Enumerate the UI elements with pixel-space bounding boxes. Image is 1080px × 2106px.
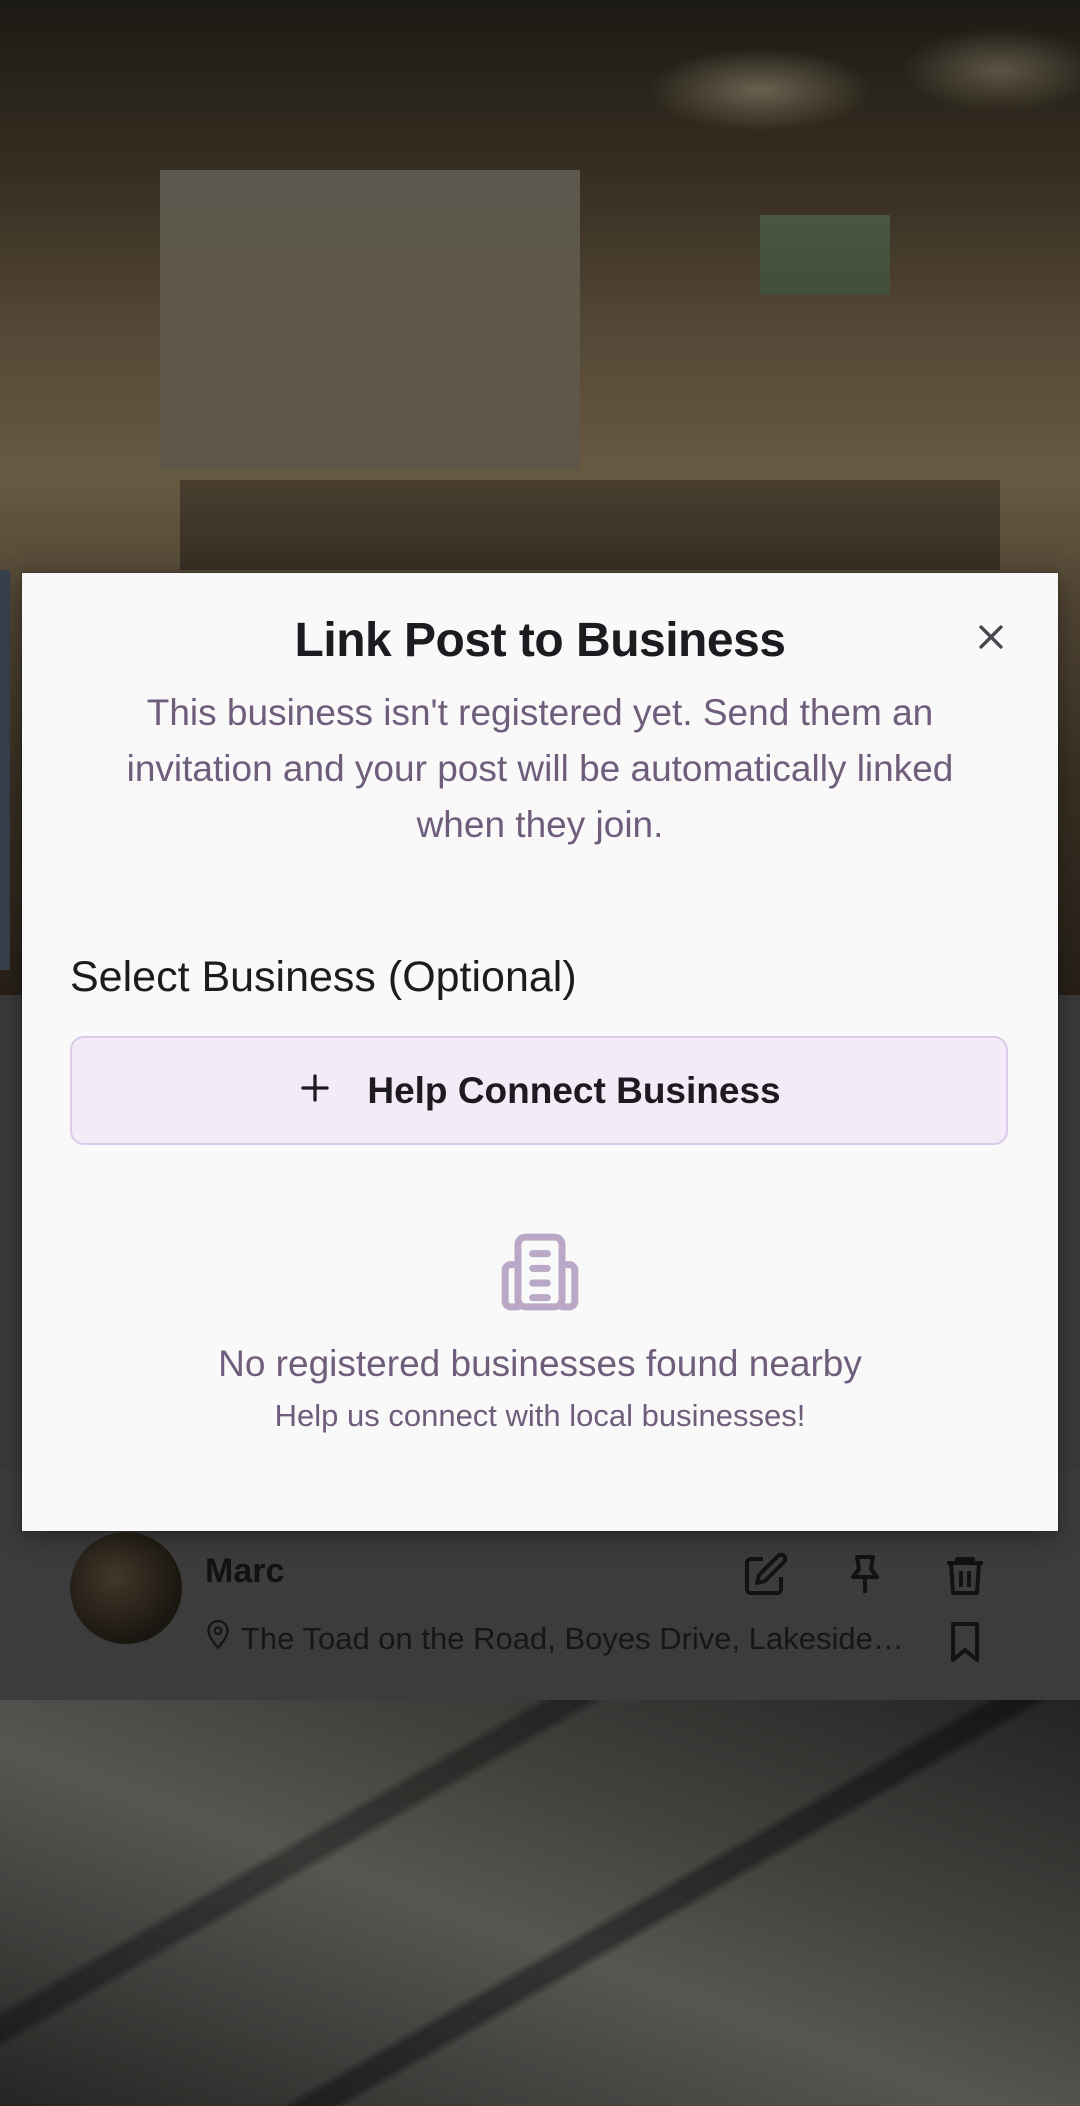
close-button[interactable] <box>967 615 1015 663</box>
link-business-dialog: Link Post to Business This business isn'… <box>22 573 1058 1531</box>
close-icon <box>974 620 1008 659</box>
plus-icon <box>297 1070 333 1111</box>
dialog-description: This business isn't registered yet. Send… <box>126 692 954 845</box>
help-connect-business-button[interactable]: Help Connect Business <box>70 1036 1008 1145</box>
empty-state-title: No registered businesses found nearby <box>218 1343 862 1384</box>
select-business-label: Select Business (Optional) <box>70 953 577 1001</box>
building-icon <box>496 1228 584 1316</box>
help-connect-business-label: Help Connect Business <box>367 1069 781 1111</box>
empty-state-subtitle: Help us connect with local businesses! <box>274 1398 806 1433</box>
dialog-title: Link Post to Business <box>294 614 786 667</box>
